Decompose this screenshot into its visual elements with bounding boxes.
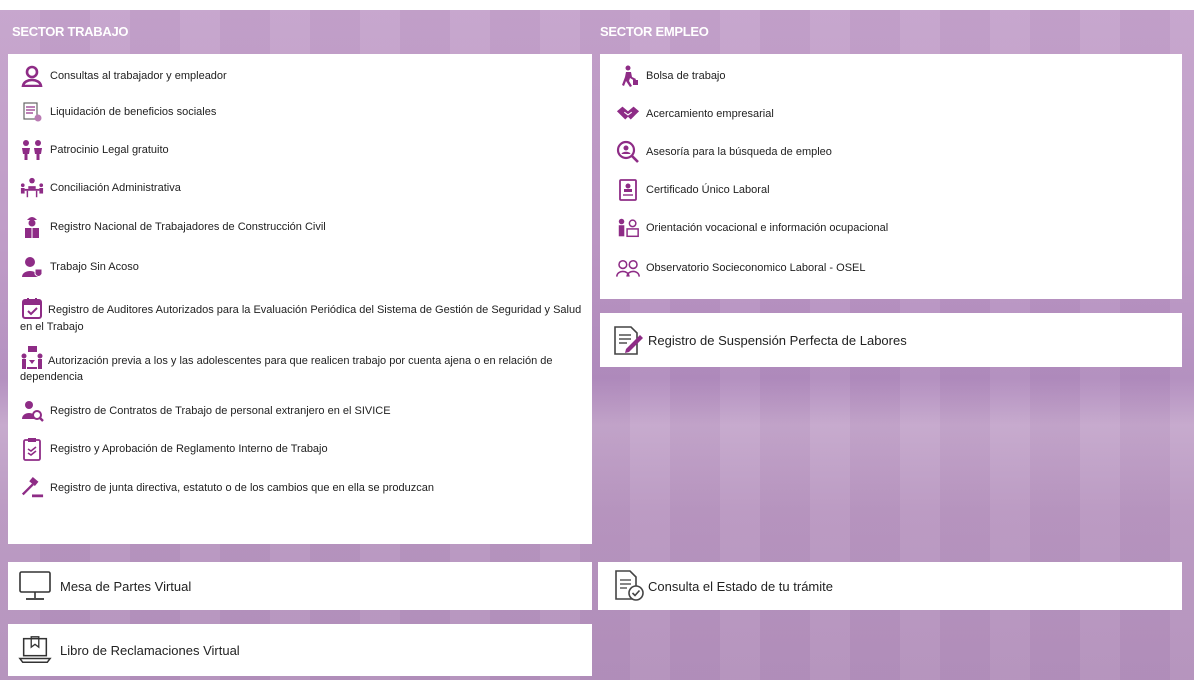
item-observatorio[interactable]: Observatorio Socieconomico Laboral - OSE… (616, 256, 1172, 280)
item-label: Patrocinio Legal gratuito (50, 143, 169, 156)
item-label: Bolsa de trabajo (646, 69, 726, 82)
suspension-perfecta-link[interactable]: Registro de Suspensión Perfecta de Labor… (600, 313, 1182, 367)
item-label: Asesoría para la búsqueda de empleo (646, 145, 832, 158)
calendar-check-icon (20, 296, 44, 320)
item-label: Consultas al trabajador y empleador (50, 69, 227, 82)
item-label: Liquidación de beneficios sociales (50, 105, 217, 118)
item-patrocinio[interactable]: Patrocinio Legal gratuito (20, 138, 582, 162)
document-check-icon (612, 569, 646, 603)
orientation-icon (616, 216, 640, 240)
person-outline-icon (20, 64, 44, 88)
item-junta-directiva[interactable]: Registro de junta directiva, estatuto o … (20, 476, 582, 500)
item-label: Trabajo Sin Acoso (50, 260, 139, 273)
meeting-table-icon (20, 176, 44, 200)
observatory-people-icon (616, 256, 640, 280)
item-label: Registro y Aprobación de Reglamento Inte… (50, 442, 328, 455)
checklist-icon (20, 437, 44, 461)
search-person-icon (616, 140, 640, 164)
item-label: Conciliación Administrativa (50, 181, 181, 194)
item-label: Certificado Único Laboral (646, 183, 770, 196)
user-shield-icon (20, 255, 44, 279)
item-label: Registro de Contratos de Trabajo de pers… (50, 404, 391, 417)
item-label: Autorización previa a los y las adolesce… (20, 355, 553, 383)
item-consultas[interactable]: Consultas al trabajador y empleador (20, 64, 582, 88)
construction-worker-icon (20, 215, 44, 239)
suspension-label: Registro de Suspensión Perfecta de Labor… (648, 332, 907, 348)
item-label: Registro de Auditores Autorizados para l… (20, 304, 582, 333)
item-trabajo-sin-acoso[interactable]: Trabajo Sin Acoso (20, 255, 582, 279)
item-label: Observatorio Socieconomico Laboral - OSE… (646, 261, 866, 274)
item-acercamiento[interactable]: Acercamiento empresarial (616, 102, 1172, 126)
item-label: Orientación vocacional e información ocu… (646, 221, 889, 234)
person-search-icon (20, 399, 44, 423)
sector-empleo-title: SECTOR EMPLEO (600, 24, 709, 39)
document-calculator-icon (20, 100, 44, 124)
item-auditores[interactable]: Registro de Auditores Autorizados para l… (20, 296, 582, 335)
item-label: Acercamiento empresarial (646, 107, 774, 120)
handshake-icon (616, 102, 640, 126)
item-contratos-extranjero[interactable]: Registro de Contratos de Trabajo de pers… (20, 399, 582, 423)
sector-empleo-panel: Bolsa de trabajo Acercamiento empresaria… (600, 54, 1182, 299)
gavel-icon (20, 476, 44, 500)
item-bolsa-trabajo[interactable]: Bolsa de trabajo (616, 64, 1172, 88)
item-autorizacion-adolescentes[interactable]: Autorización previa a los y las adolesce… (20, 346, 582, 385)
consulta-estado-link[interactable]: Consulta el Estado de tu trámite (598, 562, 1182, 610)
item-orientacion[interactable]: Orientación vocacional e información ocu… (616, 216, 1172, 240)
sector-trabajo-panel: Consultas al trabajador y empleador Liqu… (8, 54, 592, 544)
two-people-icon (20, 138, 44, 162)
libro-reclamaciones-label: Libro de Reclamaciones Virtual (60, 642, 240, 658)
adolescent-permit-icon (20, 346, 44, 370)
mesa-partes-label: Mesa de Partes Virtual (60, 578, 192, 594)
consulta-estado-label: Consulta el Estado de tu trámite (648, 578, 833, 594)
laptop-book-icon (18, 633, 52, 667)
item-label: Registro de junta directiva, estatuto o … (50, 481, 435, 494)
walking-worker-icon (616, 64, 640, 88)
monitor-icon (18, 569, 52, 603)
certificate-icon (616, 178, 640, 202)
item-conciliacion[interactable]: Conciliación Administrativa (20, 176, 582, 200)
item-liquidacion[interactable]: Liquidación de beneficios sociales (20, 100, 582, 124)
document-pen-icon (612, 323, 646, 357)
item-certificado[interactable]: Certificado Único Laboral (616, 178, 1172, 202)
item-registro-construccion[interactable]: Registro Nacional de Trabajadores de Con… (20, 215, 582, 239)
libro-reclamaciones-link[interactable]: Libro de Reclamaciones Virtual (8, 624, 592, 676)
item-reglamento-interno[interactable]: Registro y Aprobación de Reglamento Inte… (20, 437, 582, 461)
mesa-partes-link[interactable]: Mesa de Partes Virtual (8, 562, 592, 610)
sector-trabajo-title: SECTOR TRABAJO (12, 24, 129, 39)
item-asesoria[interactable]: Asesoría para la búsqueda de empleo (616, 140, 1172, 164)
item-label: Registro Nacional de Trabajadores de Con… (50, 220, 326, 233)
